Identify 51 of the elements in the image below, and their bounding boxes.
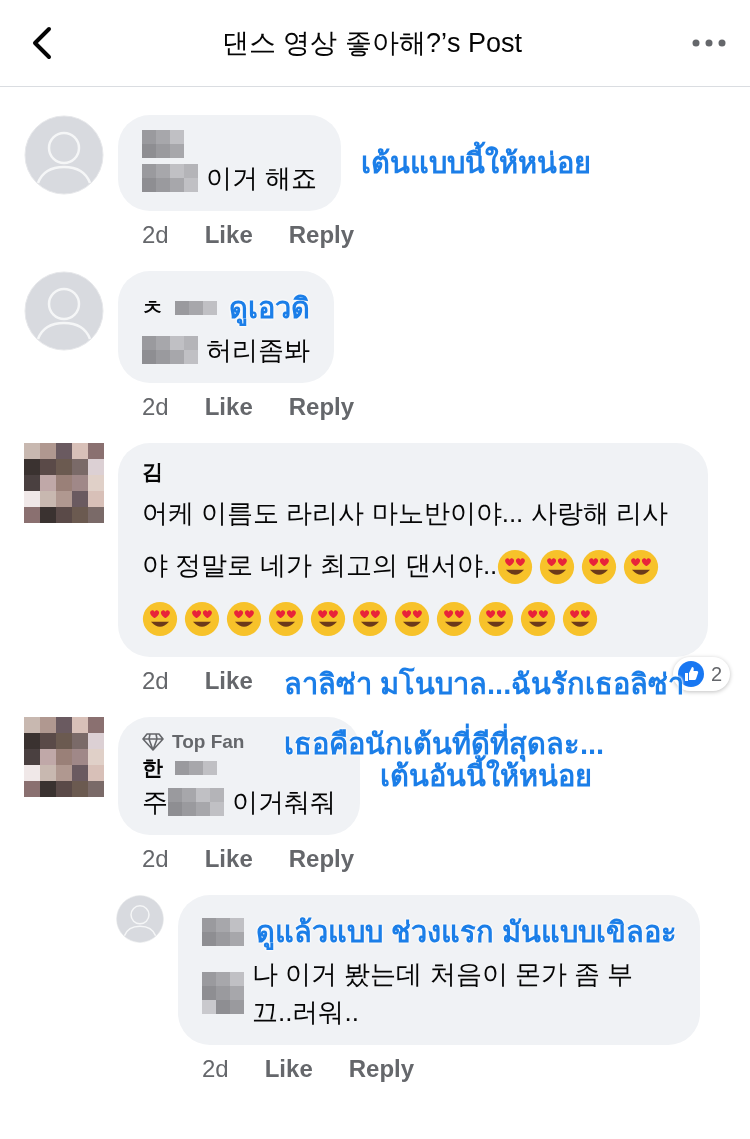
heart-eyes-emoji-icon	[520, 601, 556, 638]
heart-eyes-emoji-icon	[436, 601, 472, 638]
annotation-text: ดูเอวดิ	[229, 291, 310, 328]
heart-eyes-emoji-icon	[226, 601, 262, 638]
comment-time: 2d	[142, 221, 169, 249]
comment-action-link[interactable]: Reply	[348, 1055, 415, 1083]
annotation-text: ดูแล้วแบบ ช่วงแรก มันแบบเขิลอะ	[256, 915, 678, 952]
heart-eyes-emoji-icon	[497, 549, 534, 586]
comment-action-link[interactable]: Reply	[288, 845, 355, 873]
header-title: 댄스 영상 좋아해?’s Post	[221, 27, 522, 60]
pixelation-drawing	[175, 761, 217, 775]
reaction-count: 2	[710, 662, 722, 686]
heart-eyes-emoji-icon	[268, 601, 304, 638]
comment-action-link[interactable]: Like	[204, 393, 253, 421]
heart-eyes-emoji-icon	[581, 549, 618, 586]
pixelation-drawing	[175, 301, 217, 315]
more-icon[interactable]	[692, 39, 726, 47]
heart-eyes-emoji-icon	[394, 601, 430, 638]
diamond-icon	[142, 733, 164, 751]
heart-eyes-emoji-icon	[562, 601, 598, 638]
comment-text: 주	[142, 786, 168, 819]
heart-eyes-emoji-icon	[539, 549, 576, 586]
commenter-name[interactable]: 김	[142, 458, 163, 486]
heart-eyes-emoji-icon	[184, 601, 220, 638]
back-icon[interactable]	[30, 26, 52, 60]
comment-action-link[interactable]: Like	[264, 1055, 313, 1083]
comment-text: 어케 이름도 라리사 마노반이야... 사랑해 리사야 정말로 네가 최고의 댄서야..	[142, 487, 684, 643]
annotation-text: เต้นแบบนี้ให้หน่อย	[361, 140, 592, 186]
comment-action-link[interactable]: Like	[204, 221, 253, 249]
comment-text: 허리좀봐	[206, 334, 310, 367]
commenter-name[interactable]: ㅊ	[142, 294, 163, 322]
comment-text: 나 이거 봤는데 처음이 몬가 좀 부끄..러워..	[252, 958, 635, 1029]
comment-action-link[interactable]: Like	[204, 667, 253, 695]
comment-time: 2d	[202, 1055, 229, 1083]
comment-text: 이거 해죠	[206, 162, 318, 195]
comment-action-link[interactable]: Reply	[288, 393, 355, 421]
heart-eyes-emoji-icon	[478, 601, 514, 638]
heart-eyes-emoji-icon	[352, 601, 388, 638]
comment-action-link[interactable]: Reply	[288, 221, 355, 249]
heart-eyes-emoji-icon	[623, 549, 660, 586]
comment-text: 이거춰줘	[232, 786, 336, 819]
comment-time: 2d	[142, 845, 169, 873]
heart-eyes-emoji-icon	[310, 601, 346, 638]
pixelation-drawing	[202, 918, 244, 946]
comment-time: 2d	[142, 393, 169, 421]
comment-time: 2d	[142, 667, 169, 695]
top-fan-label: Top Fan	[172, 731, 245, 753]
heart-eyes-emoji-icon	[142, 601, 178, 638]
pixelation-drawing	[142, 130, 184, 158]
comment-action-link[interactable]: Like	[204, 845, 253, 873]
commenter-name[interactable]: 한	[142, 754, 163, 782]
